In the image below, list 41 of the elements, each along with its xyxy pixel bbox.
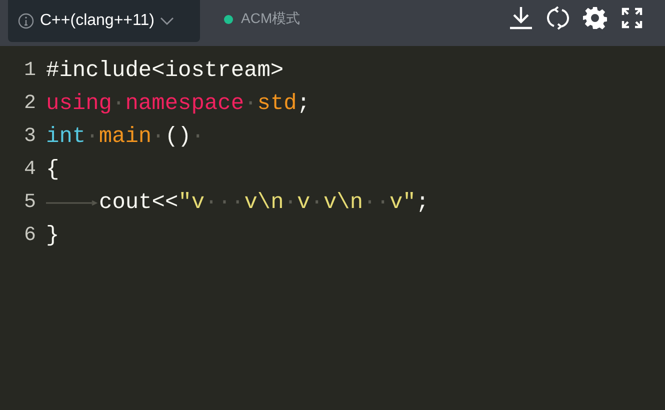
- code-token: #include<iostream>: [46, 58, 284, 83]
- code-token: std: [257, 91, 297, 116]
- download-icon[interactable]: [509, 6, 533, 30]
- code-token: }: [46, 223, 60, 248]
- code-token: {: [46, 157, 60, 182]
- line-number: 5: [22, 191, 37, 214]
- language-dropdown[interactable]: C++(clang++11): [8, 0, 200, 42]
- whitespace-marker: ·: [112, 91, 126, 116]
- code-token: cout<<: [99, 190, 178, 215]
- whitespace-marker: ·: [244, 91, 258, 116]
- code-token: v\n: [323, 190, 364, 215]
- code-token: v: [297, 190, 310, 215]
- info-icon: [18, 13, 34, 29]
- line-number: 4: [22, 158, 37, 181]
- code-token: ;: [296, 91, 310, 116]
- whitespace-marker: ·: [284, 190, 298, 215]
- line-number: 6: [22, 224, 37, 247]
- settings-icon[interactable]: [583, 6, 607, 30]
- tab-arrow-icon: [46, 198, 99, 208]
- line-number: 1: [22, 59, 37, 82]
- code-token: int: [46, 124, 86, 149]
- line-number: 3: [22, 125, 37, 148]
- code-token: main: [98, 124, 152, 149]
- whitespace-marker: ···: [204, 190, 244, 215]
- whitespace-marker: ·: [191, 124, 204, 149]
- code-token: ;: [416, 190, 430, 215]
- code-token: (): [164, 124, 192, 149]
- refresh-icon[interactable]: [547, 6, 569, 30]
- code-token: using: [46, 91, 112, 116]
- fullscreen-icon[interactable]: [621, 7, 643, 29]
- code-token: namespace: [125, 91, 244, 116]
- mode-label[interactable]: ACM模式: [241, 10, 300, 28]
- code-token: "v: [178, 190, 205, 215]
- whitespace-marker: ·: [86, 124, 99, 149]
- whitespace-marker: ·: [152, 124, 165, 149]
- code-token: v": [389, 190, 416, 215]
- whitespace-marker: ·: [310, 190, 324, 215]
- code-token: v\n: [244, 190, 284, 215]
- whitespace-marker: ··: [363, 190, 390, 215]
- line-number: 2: [22, 92, 37, 115]
- chevron-down-icon: [160, 17, 174, 25]
